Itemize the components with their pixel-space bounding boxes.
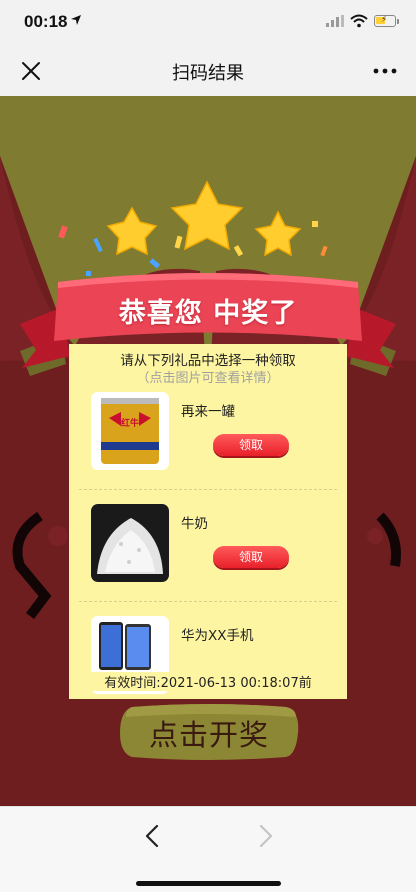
- prize-panel-hint: （点击图片可查看详情）: [136, 371, 280, 386]
- battery-cap: [397, 19, 399, 24]
- open-prize-label: 点击开奖: [148, 718, 269, 752]
- prize-image-red-bull[interactable]: 红牛: [91, 392, 169, 470]
- prize-panel: 请从下列礼品中选择一种领取 （点击图片可查看详情） 红牛 再来一罐 领取 牛奶 …: [69, 344, 347, 699]
- prize-panel-title: 请从下列礼品中选择一种领取: [120, 353, 296, 369]
- cellular-signal-icon: [326, 15, 344, 27]
- claim-button[interactable]: 领取: [213, 434, 289, 456]
- chevron-right-icon[interactable]: [252, 823, 278, 849]
- divider: [79, 489, 337, 490]
- milk-powder-photo: [91, 504, 169, 582]
- prize-name: 牛奶: [181, 516, 208, 532]
- divider: [79, 601, 337, 602]
- congrats-banner: 恭喜您 中奖了: [118, 298, 298, 329]
- location-arrow-icon: [71, 15, 81, 25]
- claim-button[interactable]: 领取: [213, 546, 289, 568]
- prize-name: 华为XX手机: [181, 628, 254, 644]
- nav-bar: 扫码结果: [0, 44, 416, 96]
- charging-bolt-icon: ⚡: [381, 15, 388, 25]
- page-title: 扫码结果: [172, 63, 244, 84]
- status-bar: 00:18 ⚡: [0, 0, 416, 44]
- prize-name: 再来一罐: [181, 404, 235, 420]
- more-icon[interactable]: [370, 58, 400, 84]
- open-prize-button[interactable]: 点击开奖: [118, 703, 300, 761]
- home-indicator: [136, 881, 281, 886]
- expiry-text: 有效时间:2021-06-13 00:18:07前: [69, 672, 347, 691]
- red-bull-can-photo: 红牛: [91, 392, 169, 470]
- prize-item: 红牛 再来一罐 领取: [69, 392, 347, 502]
- svg-text:红牛: 红牛: [121, 417, 139, 429]
- prize-result-page: 恭喜您 中奖了 请从下列礼品中选择一种领取 （点击图片可查看详情） 红牛 再来一…: [0, 96, 416, 806]
- prize-item: 牛奶 领取: [69, 504, 347, 614]
- chevron-left-icon[interactable]: [140, 823, 166, 849]
- battery-charging-icon: ⚡: [374, 15, 396, 27]
- wifi-icon: [350, 14, 368, 28]
- browser-toolbar: [0, 806, 416, 892]
- prize-image-milk[interactable]: [91, 504, 169, 582]
- status-time: 00:18: [24, 12, 68, 31]
